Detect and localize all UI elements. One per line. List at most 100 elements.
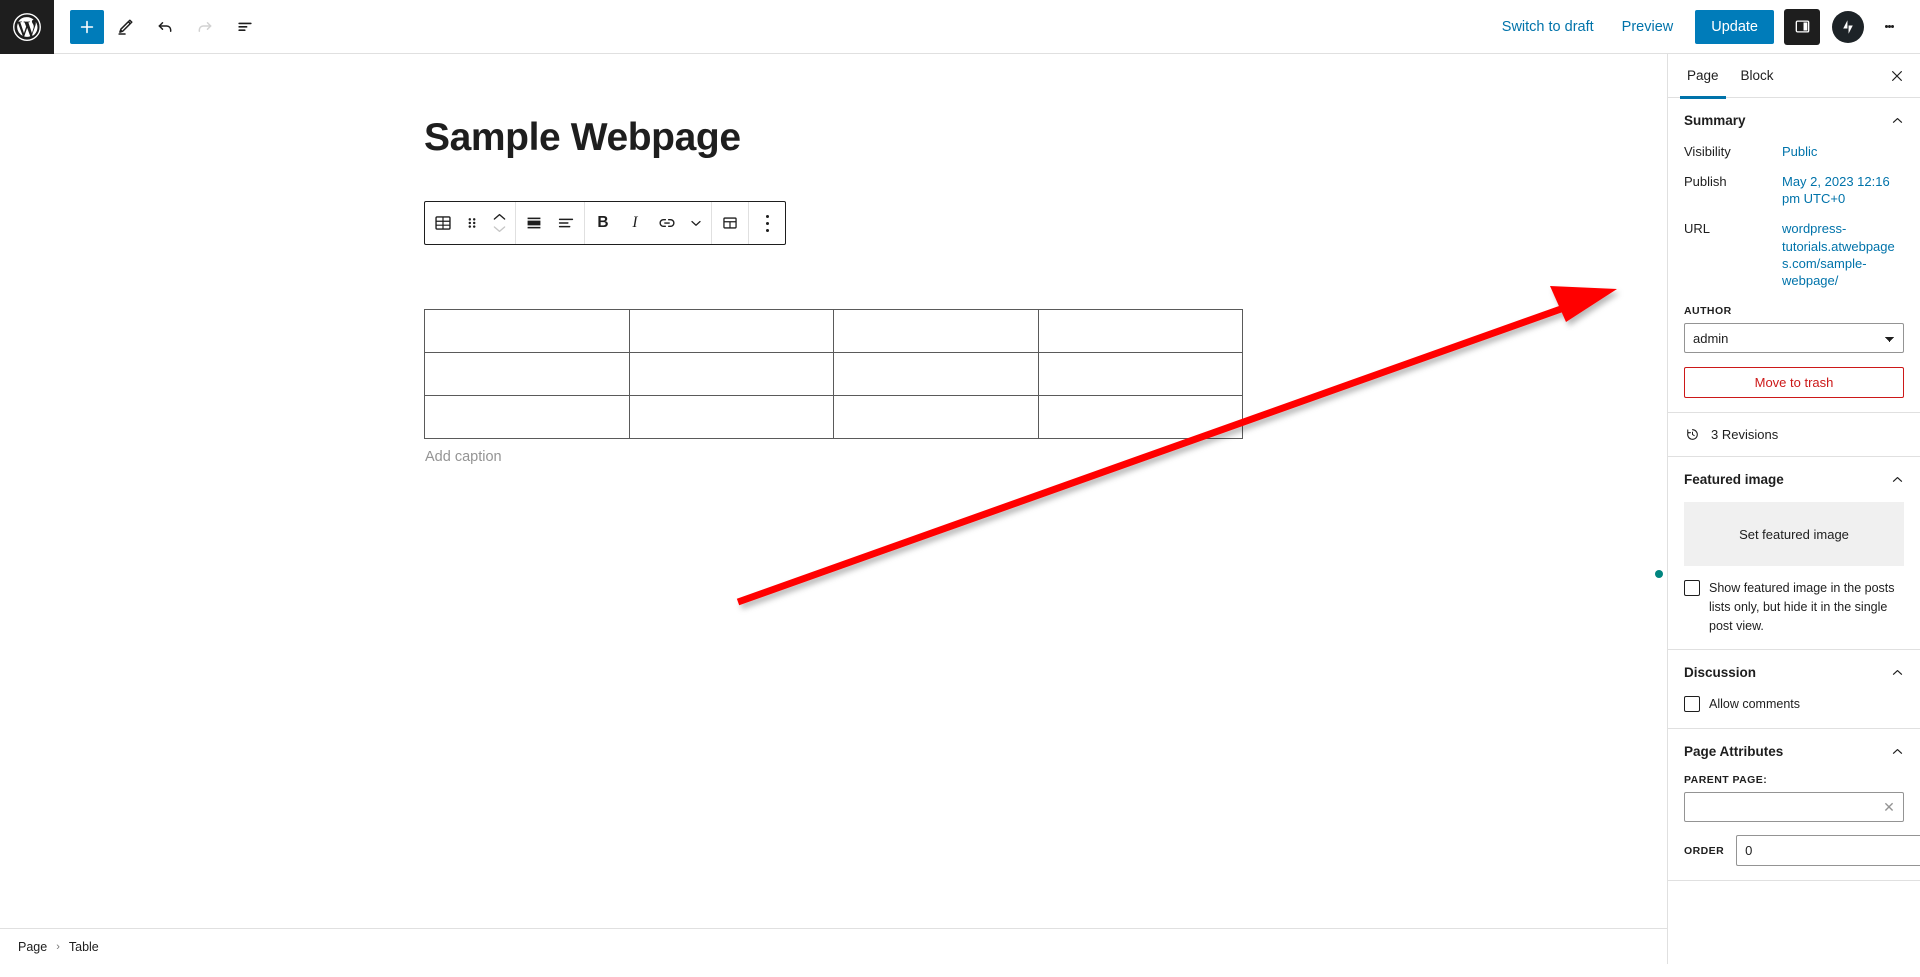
italic-button[interactable]: I: [619, 202, 651, 244]
parent-page-field: ✕: [1684, 792, 1904, 823]
chevron-up-icon[interactable]: [1891, 473, 1904, 486]
table-row[interactable]: [424, 309, 1243, 353]
add-block-button[interactable]: [70, 9, 104, 44]
undo-arrow-icon[interactable]: [146, 8, 184, 46]
author-select[interactable]: admin: [1684, 323, 1904, 354]
panel-page-attributes-title: Page Attributes: [1684, 744, 1784, 760]
panel-summary-title: Summary: [1684, 113, 1746, 128]
editor-options-kebab-icon[interactable]: [1872, 8, 1906, 46]
table-block-icon[interactable]: [427, 202, 459, 244]
revisions-row[interactable]: 3 Revisions: [1668, 413, 1920, 458]
table-cell[interactable]: [424, 352, 630, 396]
editor-top-bar: Switch to draft Preview Update: [0, 0, 1920, 54]
chevron-up-icon[interactable]: [1891, 666, 1904, 679]
edit-table-icon[interactable]: [714, 202, 746, 244]
table-cell[interactable]: [424, 309, 630, 353]
show-featured-image-label[interactable]: Show featured image in the posts lists o…: [1709, 579, 1904, 635]
kebab-dot: [1890, 25, 1894, 28]
block-options-kebab-icon[interactable]: [751, 202, 783, 244]
panel-discussion-header[interactable]: Discussion: [1684, 650, 1904, 695]
table-cell[interactable]: [1037, 352, 1243, 396]
panel-featured-image: Featured image Set featured image Show f…: [1668, 457, 1920, 651]
table-cell[interactable]: [628, 309, 834, 353]
panel-page-attributes-body: PARENT PAGE: ✕ ORDER: [1684, 774, 1920, 880]
tab-block[interactable]: Block: [1730, 54, 1785, 98]
tools-pencil-icon[interactable]: [106, 8, 144, 46]
drag-handle-icon[interactable]: [459, 202, 485, 244]
settings-sidebar: Page Block Summary Visibility Public Pub…: [1667, 54, 1920, 964]
editor-canvas: Sample Webpage B I Add caption Page › Ta…: [0, 54, 1667, 964]
tab-page[interactable]: Page: [1676, 54, 1730, 99]
table-cell[interactable]: [628, 352, 834, 396]
content-table[interactable]: [424, 309, 1243, 439]
list-view-icon[interactable]: [226, 8, 264, 46]
switch-to-draft-button[interactable]: Switch to draft: [1490, 12, 1606, 42]
panel-featured-image-body: Set featured image Show featured image i…: [1684, 502, 1904, 649]
table-row[interactable]: [424, 395, 1243, 439]
table-cell[interactable]: [628, 395, 834, 439]
table-cell[interactable]: [1037, 309, 1243, 353]
panel-featured-image-title: Featured image: [1684, 472, 1784, 488]
link-icon[interactable]: [651, 202, 683, 244]
block-toolbar-group-table: [711, 202, 748, 244]
breadcrumb-item-page[interactable]: Page: [18, 940, 47, 954]
move-to-trash-button[interactable]: Move to trash: [1684, 367, 1904, 399]
table-cell[interactable]: [833, 309, 1039, 353]
close-sidebar-icon[interactable]: [1882, 61, 1912, 91]
kebab-dot: [765, 214, 769, 218]
panel-discussion-body: Allow comments: [1684, 695, 1904, 728]
breadcrumb-item-table[interactable]: Table: [69, 940, 99, 954]
bold-button[interactable]: B: [587, 202, 619, 244]
align-block-icon[interactable]: [518, 202, 550, 244]
status-dot: [1655, 570, 1663, 578]
chevron-up-icon[interactable]: [1891, 114, 1904, 127]
allow-comments-checkbox[interactable]: [1684, 696, 1700, 713]
redo-arrow-icon[interactable]: [186, 8, 224, 46]
more-formats-chevron-down-icon[interactable]: [683, 202, 709, 244]
show-featured-image-checkbox[interactable]: [1684, 580, 1700, 597]
revisions-clock-icon: [1687, 429, 1698, 440]
allow-comments-row: Allow comments: [1684, 695, 1904, 714]
table-cell[interactable]: [1037, 395, 1243, 439]
table-cell[interactable]: [833, 395, 1039, 439]
allow-comments-label[interactable]: Allow comments: [1709, 695, 1800, 714]
table-row[interactable]: [424, 352, 1243, 396]
settings-sidebar-toggle[interactable]: [1784, 8, 1820, 45]
visibility-value[interactable]: Public: [1782, 143, 1904, 160]
publish-value[interactable]: May 2, 2023 12:16 pm UTC+0: [1782, 173, 1898, 207]
block-toolbar: B I: [424, 201, 786, 245]
order-input[interactable]: [1736, 835, 1920, 867]
table-cell[interactable]: [833, 352, 1039, 396]
chevron-down-icon: [493, 226, 505, 233]
parent-page-input[interactable]: [1684, 792, 1904, 823]
editor-window: Switch to draft Preview Update Sample We…: [0, 0, 1920, 977]
block-toolbar-group-format: B I: [584, 202, 711, 244]
url-value[interactable]: wordpress-tutorials.atwebpages.com/sampl…: [1782, 220, 1898, 289]
author-field: AUTHOR admin: [1684, 305, 1904, 354]
table-caption-placeholder[interactable]: Add caption: [424, 449, 1243, 465]
panel-featured-image-header[interactable]: Featured image: [1684, 457, 1904, 502]
top-bar-right-tools: Switch to draft Preview Update: [1490, 8, 1920, 46]
panel-page-attributes-header[interactable]: Page Attributes: [1684, 729, 1904, 774]
author-label: AUTHOR: [1684, 305, 1732, 318]
jetpack-avatar-icon[interactable]: [1832, 10, 1864, 43]
page-title[interactable]: Sample Webpage: [424, 116, 741, 160]
preview-button[interactable]: Preview: [1610, 12, 1686, 42]
parent-page-clear-icon[interactable]: ✕: [1881, 799, 1897, 815]
breadcrumb: Page › Table: [0, 928, 1667, 964]
text-align-icon[interactable]: [550, 202, 582, 244]
block-toolbar-group-options: [748, 202, 785, 244]
table-cell[interactable]: [424, 395, 630, 439]
chevron-up-icon[interactable]: [1891, 745, 1904, 758]
panel-page-attributes: Page Attributes PARENT PAGE: ✕ ORDER: [1668, 729, 1920, 882]
table-block[interactable]: Add caption: [424, 309, 1243, 465]
wordpress-logo-icon[interactable]: [0, 0, 54, 54]
table-body: [424, 309, 1243, 439]
breadcrumb-separator-icon: ›: [56, 940, 60, 953]
top-bar-left-tools: [54, 8, 264, 46]
set-featured-image-button[interactable]: Set featured image: [1684, 502, 1904, 567]
update-button[interactable]: Update: [1695, 9, 1774, 44]
block-movers[interactable]: [485, 202, 513, 244]
sidebar-tabs: Page Block: [1668, 54, 1920, 99]
panel-summary-header[interactable]: Summary: [1684, 98, 1904, 143]
